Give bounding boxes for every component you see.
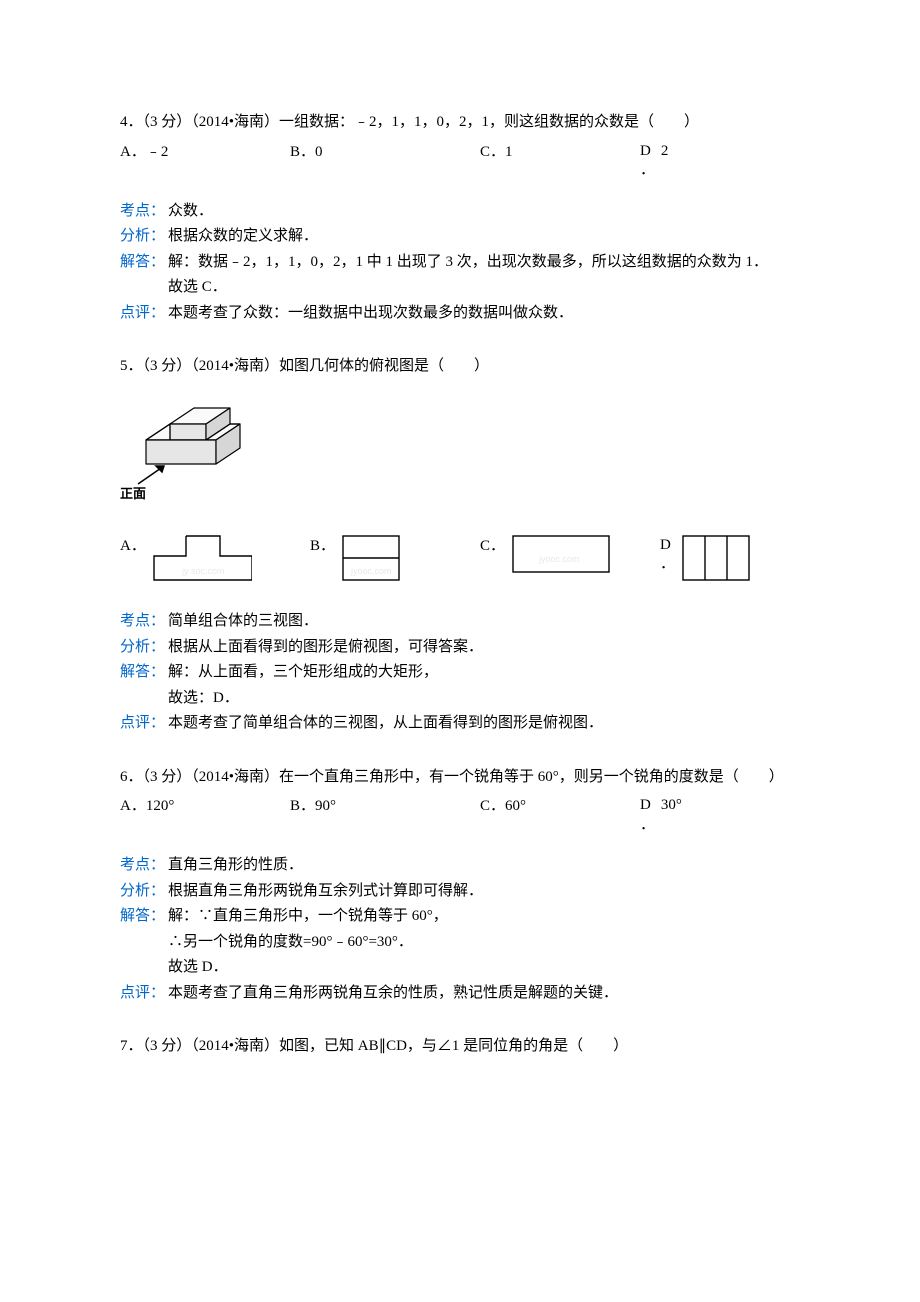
q5-opt-c-letter: C． [480, 534, 511, 560]
q6-kaodian: 直角三角形的性质． [168, 853, 800, 879]
q5-opt-a: A． jy soc.com [120, 534, 310, 592]
q5-fenxi: 根据从上面看得到的图形是俯视图，可得答案． [168, 635, 800, 661]
q4-kaodian: 众数． [168, 199, 800, 225]
q5-opt-c: C． jyooc.com [480, 534, 660, 584]
q6-solution: 考点： 直角三角形的性质． 分析： 根据直角三角形两锐角互余列式计算即可得解． … [120, 853, 800, 1006]
svg-text:jyooc.com: jyooc.com [538, 554, 580, 564]
q5-figure: 正面 [120, 386, 800, 526]
q5-opt-b: B． jyooc.com [310, 534, 480, 592]
q5-options: A． jy soc.com B． jyooc.com C． [120, 534, 800, 592]
q6-fenxi: 根据直角三角形两锐角互余列式计算即可得解． [168, 879, 800, 905]
svg-text:jyooc.com: jyooc.com [350, 566, 392, 576]
q4-opt-b: B．0 [290, 140, 480, 181]
dianping-label: 点评： [120, 711, 168, 737]
q6-stem: 6．（3 分）（2014•海南）在一个直角三角形中，有一个锐角等于 60°，则另… [120, 765, 800, 791]
q6-options: A．120° B．90° C．60° D 30° ． [120, 794, 800, 835]
q5-opt-d-figure [681, 534, 751, 592]
q4-stem: 4．（3 分）（2014•海南）一组数据：﹣2，1，1，0，2，1，则这组数据的… [120, 110, 800, 136]
q4-dianping: 本题考查了众数：一组数据中出现次数最多的数据叫做众数． [168, 301, 800, 327]
q5-opt-d-letter: D [660, 536, 675, 556]
q5-opt-a-letter: A． [120, 534, 152, 560]
q5-solution: 考点： 简单组合体的三视图． 分析： 根据从上面看得到的图形是俯视图，可得答案．… [120, 609, 800, 737]
q5-jieda-l1: 解：从上面看，三个矩形组成的大矩形， [168, 660, 800, 686]
q6-dianping: 本题考查了直角三角形两锐角互余的性质，熟记性质是解题的关键． [168, 981, 800, 1007]
jieda-label: 解答： [120, 250, 168, 276]
q5-dianping: 本题考查了简单组合体的三视图，从上面看得到的图形是俯视图． [168, 711, 800, 737]
svg-text:jy soc.com: jy soc.com [181, 566, 225, 576]
q6-opt-c: C．60° [480, 794, 640, 835]
q4-opt-d-val: 2 [661, 142, 669, 162]
q4-solution: 考点： 众数． 分析： 根据众数的定义求解． 解答： 解：数据﹣2，1，1，0，… [120, 199, 800, 327]
q5-stem: 5．（3 分）（2014•海南）如图几何体的俯视图是（ ） [120, 354, 800, 380]
fenxi-label: 分析： [120, 224, 168, 250]
dianping-label: 点评： [120, 301, 168, 327]
jieda-label: 解答： [120, 660, 168, 686]
q4-opt-a: A．﹣2 [120, 140, 290, 181]
q5-opt-b-letter: B． [310, 534, 341, 560]
q5-opt-d-dot: ． [660, 555, 675, 575]
q5-opt-a-figure: jy soc.com [152, 534, 252, 592]
q4-jieda-l1: 解：数据﹣2，1，1，0，2，1 中 1 出现了 3 次，出现次数最多，所以这组… [168, 250, 800, 276]
fenxi-label: 分析： [120, 635, 168, 661]
dianping-label: 点评： [120, 981, 168, 1007]
q5-opt-d: D ． [660, 534, 751, 592]
q5-opt-c-figure: jyooc.com [511, 534, 611, 584]
q5-jieda-l2: 故选：D． [168, 686, 800, 712]
q4-opt-c: C．1 [480, 140, 640, 181]
q4-opt-d-letter: D [640, 142, 651, 162]
q6-jieda-l1: 解：∵直角三角形中，一个锐角等于 60°， [168, 904, 800, 930]
q4-options: A．﹣2 B．0 C．1 D 2 ． [120, 140, 800, 181]
q6-opt-d: D 30° ． [640, 794, 682, 835]
q6-opt-a: A．120° [120, 794, 290, 835]
q6-jieda-l2: ∴另一个锐角的度数=90°﹣60°=30°． [168, 930, 800, 956]
q5-kaodian: 简单组合体的三视图． [168, 609, 800, 635]
q6-opt-d-dot: ． [640, 816, 682, 836]
fenxi-label: 分析： [120, 879, 168, 905]
q6-opt-b: B．90° [290, 794, 480, 835]
kaodian-label: 考点： [120, 199, 168, 225]
q5-opt-b-figure: jyooc.com [341, 534, 401, 592]
q5-front-label: 正面 [120, 486, 146, 501]
kaodian-label: 考点： [120, 853, 168, 879]
q4-opt-d-dot: ． [640, 161, 668, 181]
q4-opt-d: D 2 ． [640, 140, 668, 181]
q6-opt-d-letter: D [640, 796, 651, 816]
q6-jieda-l3: 故选 D． [168, 955, 800, 981]
q4-jieda-l2: 故选 C． [168, 275, 800, 301]
jieda-label: 解答： [120, 904, 168, 930]
kaodian-label: 考点： [120, 609, 168, 635]
q7-stem: 7．（3 分）（2014•海南）如图，已知 AB∥CD，与∠1 是同位角的角是（… [120, 1034, 800, 1060]
q4-fenxi: 根据众数的定义求解． [168, 224, 800, 250]
q6-opt-d-val: 30° [661, 796, 682, 816]
